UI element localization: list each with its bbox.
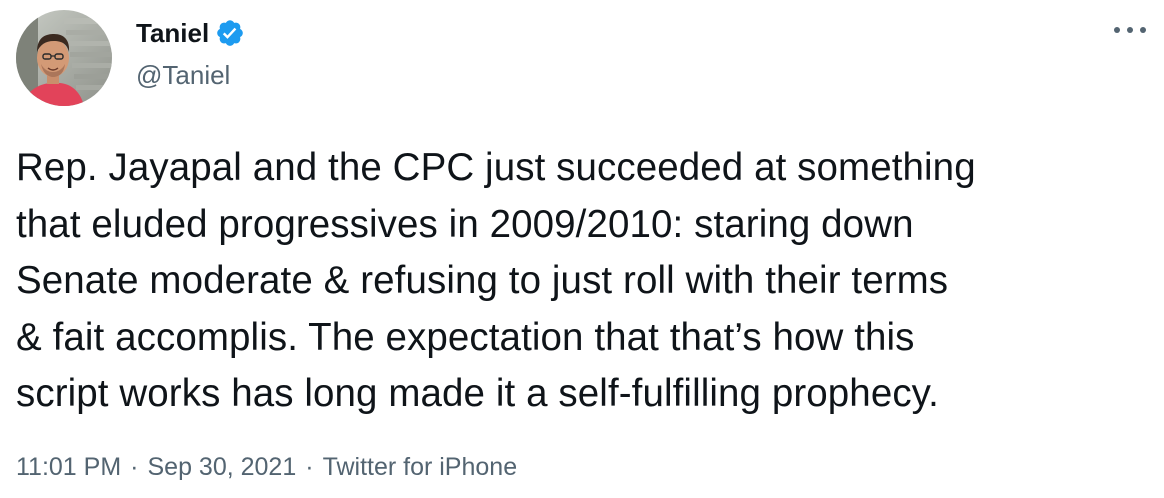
tweet-date[interactable]: Sep 30, 2021: [147, 451, 296, 483]
tweet-source[interactable]: Twitter for iPhone: [323, 451, 518, 483]
tweet-text-line: that eluded progressives in 2009/2010: s…: [16, 202, 914, 246]
tweet-text: Rep. Jayapal and the CPC just succeeded …: [16, 140, 1156, 423]
tweet-text-line: Senate moderate & refusing to just roll …: [16, 259, 949, 302]
tweet-text-line: & fait accomplis. The expectation that t…: [16, 315, 915, 359]
author-display-name[interactable]: Taniel: [136, 17, 209, 49]
dot-icon: [1114, 27, 1120, 33]
tweet-card: Taniel @Taniel Rep. Jayapal and the CPC …: [0, 0, 1164, 498]
tweet-metadata: 11:01 PM · Sep 30, 2021 · Twitter for iP…: [16, 451, 517, 483]
dot-icon: [1127, 27, 1133, 33]
meta-separator: ·: [305, 453, 314, 481]
tweet-time[interactable]: 11:01 PM: [16, 451, 121, 483]
meta-separator: ·: [130, 453, 139, 481]
author-name-row[interactable]: Taniel: [136, 17, 245, 49]
dot-icon: [1140, 27, 1146, 33]
more-options-icon[interactable]: [1114, 20, 1146, 40]
tweet-text-line: script works has long made it a self-ful…: [16, 372, 939, 415]
avatar-photo: [16, 10, 112, 106]
author-avatar[interactable]: [16, 10, 112, 106]
author-handle[interactable]: @Taniel: [136, 59, 230, 91]
tweet-text-line: Rep. Jayapal and the CPC just succeeded …: [16, 146, 976, 189]
verified-badge-icon: [215, 18, 245, 48]
